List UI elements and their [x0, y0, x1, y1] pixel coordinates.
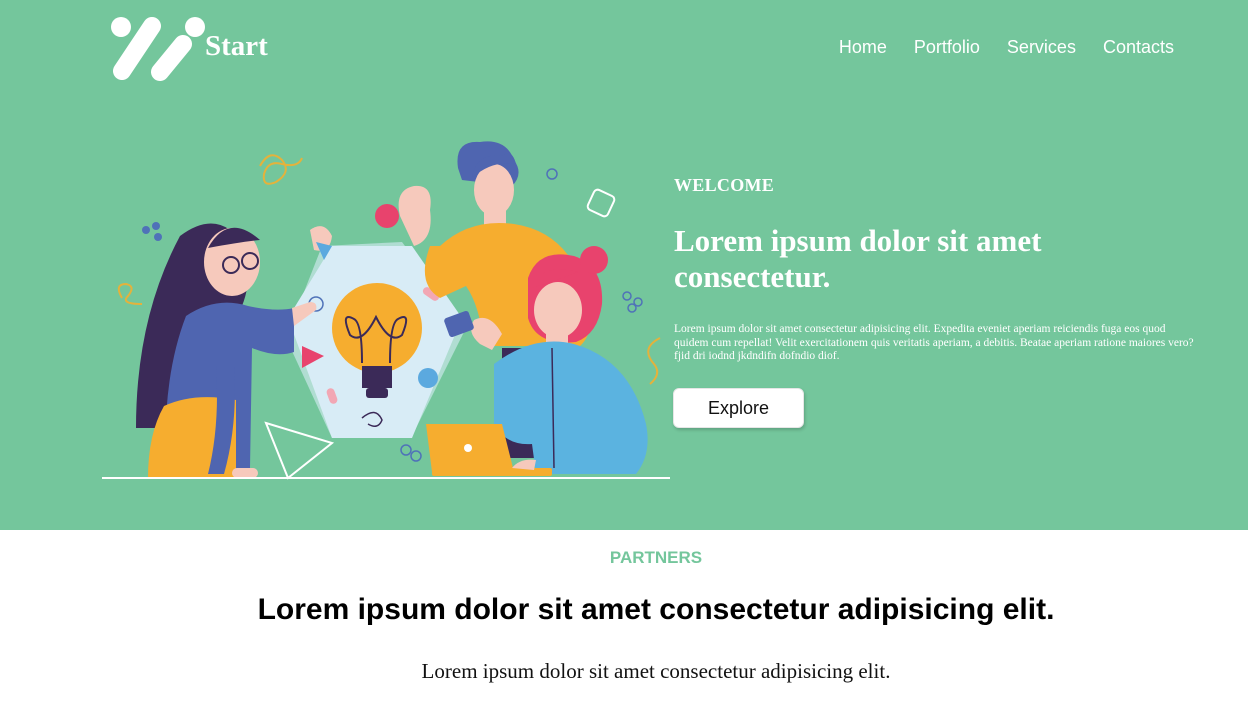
nav-contacts[interactable]: Contacts: [1103, 37, 1174, 58]
hero-eyebrow: WELCOME: [674, 175, 775, 195]
partners-title: Lorem ipsum dolor sit amet consectetur a…: [257, 593, 1055, 626]
nav-portfolio[interactable]: Portfolio: [914, 37, 980, 58]
partners-label: PARTNERS: [609, 548, 703, 567]
start-logo-icon[interactable]: [108, 14, 208, 84]
nav-services[interactable]: Services: [1007, 37, 1076, 58]
hero-section: Start Home Portfolio Services Contacts W…: [0, 0, 1248, 530]
nav-home[interactable]: Home: [839, 37, 887, 58]
team-idea-illustration: [102, 141, 670, 480]
explore-button[interactable]: Explore: [673, 388, 804, 428]
logo-text[interactable]: Start: [205, 30, 268, 63]
hero-title: Lorem ipsum dolor sit amet consectetur.: [674, 223, 1042, 294]
partners-subtitle: Lorem ipsum dolor sit amet consectetur a…: [421, 659, 891, 683]
main-nav: Home Portfolio Services Contacts: [839, 37, 1174, 58]
hero-description: Lorem ipsum dolor sit amet consectetur a…: [674, 323, 1194, 362]
